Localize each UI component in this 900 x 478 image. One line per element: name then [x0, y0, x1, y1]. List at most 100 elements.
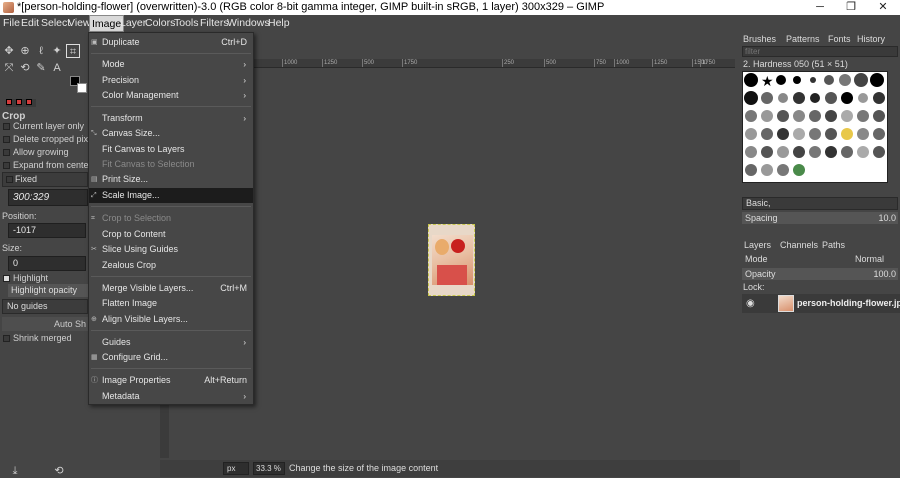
menu-canvas-size[interactable]: ⤡ Canvas Size... [89, 126, 253, 141]
brush-preset-field[interactable]: Basic, [742, 197, 898, 210]
menu-align-visible[interactable]: ⊕ Align Visible Layers... [89, 312, 253, 327]
aspect-ratio-field[interactable]: 300:329 [8, 189, 88, 206]
tab-history[interactable]: History [857, 34, 885, 45]
fuzzy-select-icon[interactable]: ✦ [50, 44, 64, 58]
ruler-tick: 1000 [282, 59, 298, 67]
delete-cropped-checkbox[interactable]: Delete cropped pixels [0, 133, 100, 146]
layer-opacity-slider[interactable]: Opacity 100.0 [742, 268, 898, 280]
reset-options-icon[interactable]: ⟲ [52, 464, 66, 478]
warp-transform-icon[interactable]: ⟲ [18, 61, 32, 75]
menu-fit-canvas-selection[interactable]: Fit Canvas to Selection [89, 157, 253, 172]
crop-tool-icon[interactable]: ⌗ [66, 44, 80, 58]
ruler-tick: 750 [594, 59, 607, 67]
minimize-button[interactable]: ─ [805, 0, 835, 15]
brush-filter-input[interactable] [742, 46, 898, 57]
vertical-ruler [160, 400, 169, 458]
spacing-value: 10.0 [878, 213, 896, 223]
layer-row[interactable]: ◉ person-holding-flower.jpg [742, 294, 900, 313]
close-button[interactable]: ✕ [868, 0, 898, 15]
menu-metadata[interactable]: Metadata › [89, 389, 253, 404]
menubar: File Edit Select View Image Layer Colors… [0, 15, 900, 32]
duplicate-icon: ▣ [91, 39, 98, 46]
tool-options-tab-icon[interactable] [6, 99, 12, 105]
menu-help[interactable]: Help [268, 15, 290, 32]
menu-filters[interactable]: Filters [200, 15, 229, 32]
menu-view[interactable]: View [68, 15, 91, 32]
menu-print-size[interactable]: ▤ Print Size... [89, 172, 253, 187]
menu-image-properties[interactable]: ⓘ Image Properties Alt+Return [89, 373, 253, 388]
menu-edit[interactable]: Edit [21, 15, 39, 32]
menu-layer[interactable]: Layer [120, 15, 146, 32]
menu-scale-image[interactable]: ⤢ Scale Image... [89, 188, 253, 203]
lasso-tool-icon[interactable]: ℓ [34, 44, 48, 58]
current-layer-only-checkbox[interactable]: Current layer only [0, 120, 84, 133]
tab-channels[interactable]: Channels [780, 240, 818, 251]
expand-from-center-checkbox[interactable]: Expand from center [0, 159, 92, 172]
tab-fonts[interactable]: Fonts [828, 34, 851, 45]
menu-colors[interactable]: Colors [145, 15, 175, 32]
photo-hair [435, 239, 449, 255]
ruler-tick: 1000 [614, 59, 630, 67]
spacing-label: Spacing [745, 213, 778, 223]
brush-grid[interactable]: ★ [742, 71, 888, 183]
opacity-value: 100.0 [873, 269, 896, 279]
move-tool-icon[interactable]: ✥ [2, 44, 16, 58]
ruler-tick: 1250 [322, 59, 338, 67]
save-options-icon[interactable]: ⤓ [8, 464, 22, 478]
menu-flatten-image[interactable]: Flatten Image [89, 296, 253, 311]
eye-visibility-icon[interactable]: ◉ [746, 298, 755, 309]
menu-separator [91, 368, 251, 369]
shrink-merged-checkbox[interactable]: Shrink merged [0, 332, 72, 345]
undo-history-tab-icon[interactable] [26, 99, 32, 105]
tab-layers[interactable]: Layers [744, 240, 771, 251]
menu-tools[interactable]: Tools [174, 15, 199, 32]
menu-color-management[interactable]: Color Management › [89, 88, 253, 103]
menu-zealous-crop[interactable]: Zealous Crop [89, 258, 253, 273]
text-tool-icon[interactable]: A [50, 61, 64, 75]
guides-dropdown[interactable]: No guides [2, 299, 88, 314]
zoom-selector[interactable]: 33.3 % [253, 462, 285, 475]
layer-mode-row[interactable]: Mode Normal [742, 253, 898, 266]
menu-duplicate[interactable]: ▣ Duplicate Ctrl+D [89, 35, 253, 50]
menu-select[interactable]: Select [41, 15, 70, 32]
auto-shrink-button[interactable]: Auto Sh [2, 317, 88, 331]
menu-merge-visible[interactable]: Merge Visible Layers... Ctrl+M [89, 281, 253, 296]
unit-selector[interactable]: px [223, 462, 249, 475]
menu-crop-to-selection[interactable]: ⌗ Crop to Selection [89, 211, 253, 226]
device-status-tab-icon[interactable] [16, 99, 22, 105]
allow-growing-checkbox[interactable]: Allow growing [0, 146, 69, 159]
size-width-field[interactable]: 0 [8, 256, 86, 271]
layer-mode-value: Normal [854, 254, 884, 264]
menu-fit-canvas-layers[interactable]: Fit Canvas to Layers [89, 142, 253, 157]
canvas-size-icon: ⤡ [91, 130, 97, 137]
menu-crop-to-content[interactable]: Crop to Content [89, 227, 253, 242]
menu-configure-grid[interactable]: ▦ Configure Grid... [89, 350, 253, 365]
background-color-swatch[interactable] [77, 83, 87, 93]
ruler-tick: 500 [362, 59, 375, 67]
menu-image[interactable]: Image [89, 15, 125, 32]
align-icon: ⊕ [91, 316, 97, 323]
maximize-button[interactable]: ❐ [836, 0, 866, 15]
menu-file[interactable]: File [3, 15, 20, 32]
canvas-image[interactable] [428, 224, 475, 296]
highlight-opacity-slider[interactable]: Highlight opacity [8, 284, 88, 297]
spacing-slider[interactable]: Spacing 10.0 [742, 212, 898, 224]
menu-precision[interactable]: Precision › [89, 73, 253, 88]
menu-mode[interactable]: Mode › [89, 57, 253, 72]
fixed-aspect-row[interactable]: Fixed [2, 172, 88, 187]
tool-options-tab-strip [6, 99, 36, 107]
menu-transform[interactable]: Transform › [89, 111, 253, 126]
unified-transform-icon[interactable]: ⤧ [2, 61, 16, 75]
window-title: *[person-holding-flower] (overwritten)-3… [17, 1, 605, 13]
clone-tool-icon[interactable]: ✎ [34, 61, 48, 75]
tab-patterns[interactable]: Patterns [786, 34, 820, 45]
menu-windows[interactable]: Windows [227, 15, 270, 32]
align-tool-icon[interactable]: ⊕ [18, 44, 32, 58]
tab-brushes[interactable]: Brushes [743, 34, 776, 45]
position-x-field[interactable]: -1017 [8, 223, 86, 238]
menu-slice-using-guides[interactable]: ✂ Slice Using Guides [89, 242, 253, 257]
horizontal-ruler: 1000 1250 500 1750 250 500 750 1000 1250… [252, 59, 735, 68]
tab-paths[interactable]: Paths [822, 240, 845, 251]
layer-thumbnail [778, 295, 794, 312]
menu-guides[interactable]: Guides › [89, 335, 253, 350]
